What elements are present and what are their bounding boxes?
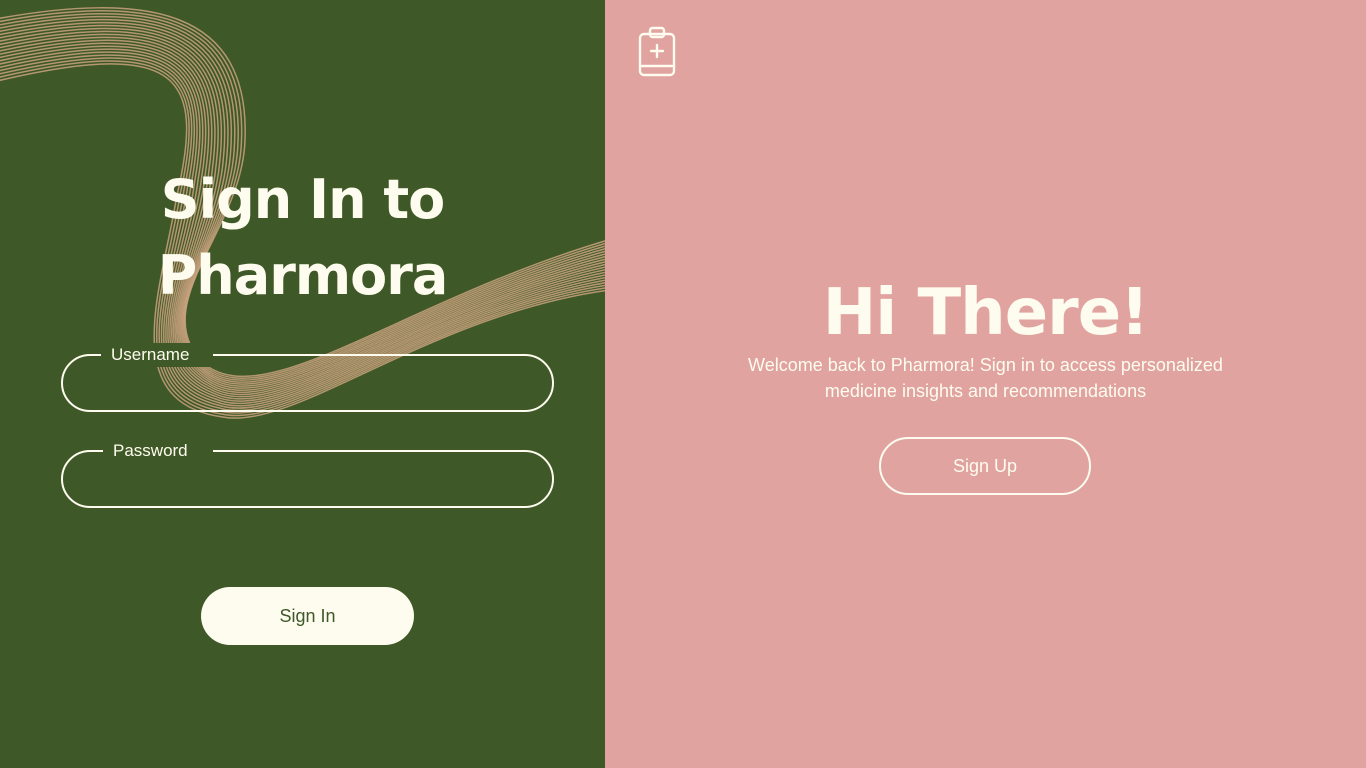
welcome-message: Welcome back to Pharmora! Sign in to acc… [705,352,1266,404]
password-input[interactable] [87,464,528,494]
welcome-panel: Hi There! Welcome back to Pharmora! Sign… [605,0,1366,768]
username-input[interactable] [87,368,528,398]
signin-button[interactable]: Sign In [201,587,414,645]
password-label: Password [103,439,213,463]
signin-title: Sign In to Pharmora [0,162,605,314]
password-field[interactable]: Password [61,439,554,508]
hero-title: Hi There! [822,276,1150,350]
clipboard-medical-icon [638,26,676,77]
username-field[interactable]: Username [61,343,554,412]
welcome-message-line-1: Welcome back to Pharmora! Sign in to acc… [748,355,1223,375]
signin-title-line-1: Sign In to [160,168,446,231]
welcome-message-line-2: medicine insights and recommendations [824,381,1147,401]
signin-title-line-2: Pharmora [157,244,449,307]
signin-panel: Sign In to Pharmora Username Password Si… [0,0,605,768]
signup-button[interactable]: Sign Up [879,437,1091,495]
username-label: Username [101,343,213,367]
